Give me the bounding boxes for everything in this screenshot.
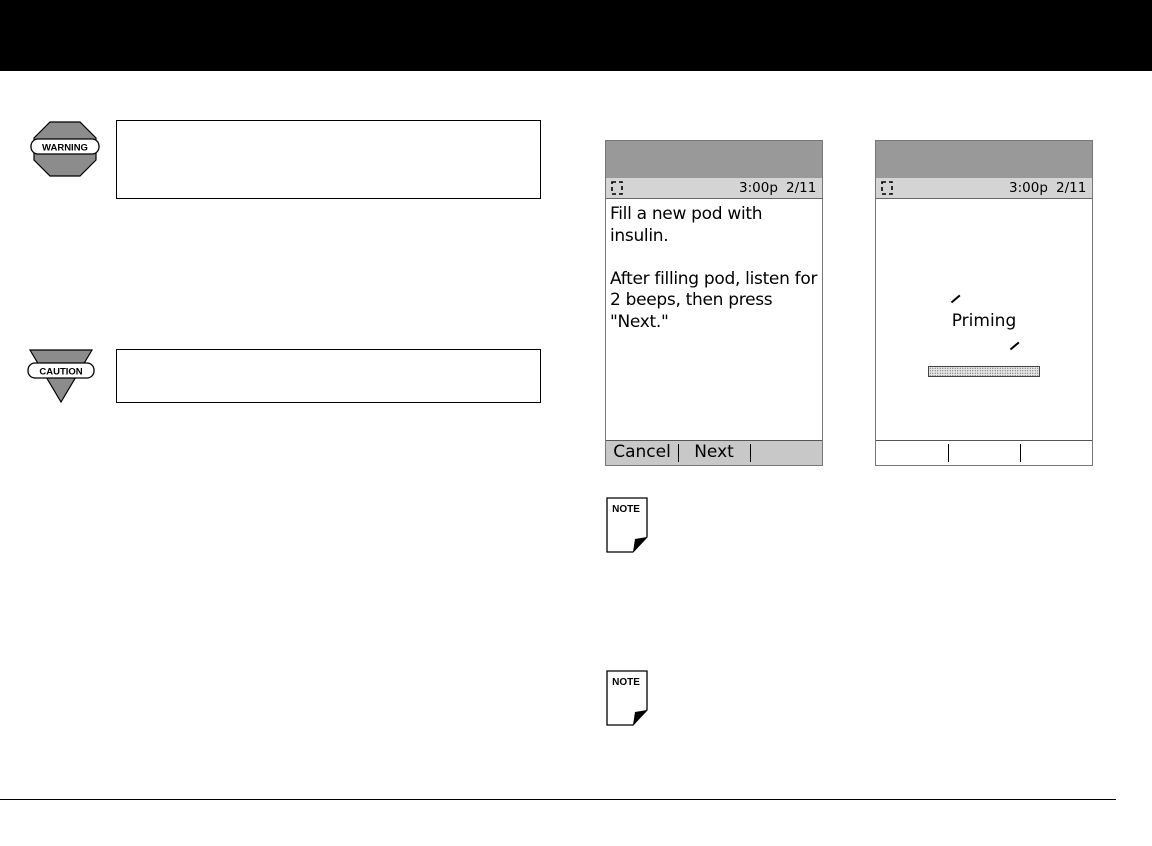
caution-icon: CAUTION (27, 349, 95, 404)
softkey-bar (876, 440, 1092, 465)
progress-fill (929, 367, 1039, 376)
instruction-line-2: After filling pod, listen for 2 beeps, t… (610, 268, 818, 332)
pod-status-icon (609, 180, 625, 202)
warning-icon-label: WARNING (42, 143, 88, 154)
status-date: 2/11 (786, 180, 817, 196)
warning-callout-box (116, 120, 541, 199)
activity-tick-mark (950, 294, 961, 303)
instruction-line-1: Fill a new pod with insulin. (610, 204, 763, 246)
status-date: 2/11 (1056, 180, 1087, 196)
blank-softkey[interactable] (1020, 441, 1092, 465)
screen-title-bar (606, 141, 822, 178)
status-time: 3:00p (739, 180, 778, 196)
softkey-bar: Cancel Next (606, 440, 822, 465)
note-icon: NOTE (606, 497, 648, 553)
page-header-bar (0, 0, 1152, 71)
caution-icon-label: CAUTION (39, 367, 82, 378)
blank-softkey[interactable] (750, 441, 822, 465)
pdm-screen-priming: 3:00p 2/11 Priming (875, 140, 1093, 466)
note-icon-label: NOTE (612, 504, 640, 515)
screen-title-bar (876, 141, 1092, 178)
blank-softkey[interactable] (948, 441, 1020, 465)
blank-softkey[interactable] (876, 441, 948, 465)
priming-progress-bar (928, 366, 1040, 377)
priming-label: Priming (951, 311, 1017, 331)
next-softkey[interactable]: Next (678, 441, 750, 465)
pdm-screen-fill-pod: 3:00p 2/11 Fill a new pod with insulin. … (605, 140, 823, 466)
note-icon-label: NOTE (612, 677, 640, 688)
warning-icon: WARNING (30, 121, 100, 177)
cancel-softkey[interactable]: Cancel (606, 441, 678, 465)
note-icon: NOTE (606, 670, 648, 726)
pod-status-icon (879, 180, 895, 202)
status-time: 3:00p (1009, 180, 1048, 196)
screen-message: Fill a new pod with insulin. After filli… (610, 204, 818, 355)
status-bar: 3:00p 2/11 (606, 178, 822, 199)
activity-tick-mark (1009, 341, 1020, 350)
caution-callout-box (116, 349, 541, 403)
status-bar: 3:00p 2/11 (876, 178, 1092, 199)
footer-rule (0, 799, 1116, 800)
